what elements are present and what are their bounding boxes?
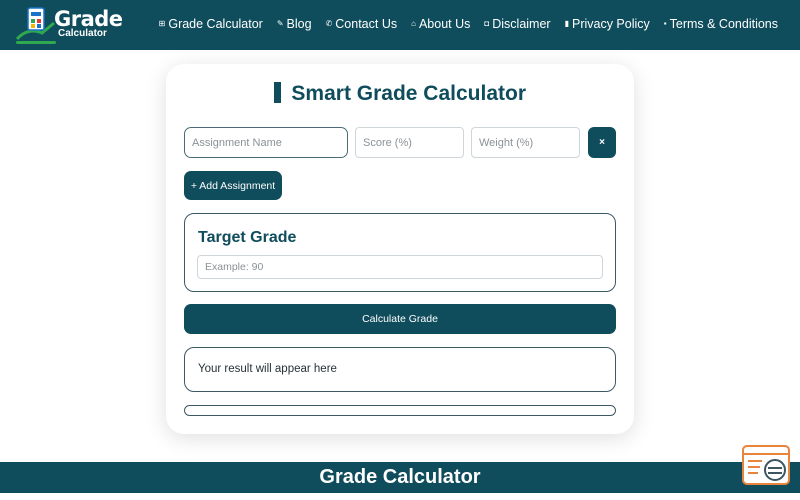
weight-input[interactable] <box>471 127 580 158</box>
target-grade-heading: Target Grade <box>198 229 297 246</box>
nav-label: Blog <box>286 17 312 31</box>
nav-label: Grade Calculator <box>168 17 263 31</box>
calculator-icon: ⊞ <box>158 19 166 28</box>
nav-item-terms-conditions[interactable]: ▪ Terms & Conditions <box>664 17 778 31</box>
nav-label: About Us <box>418 17 471 31</box>
chat-widget-icon[interactable] <box>742 445 790 485</box>
page-title: Smart Grade Calculator <box>291 82 527 105</box>
nav-item-grade-calculator[interactable]: ⊞ Grade Calculator <box>159 17 263 31</box>
logo-subword: Calculator <box>58 28 107 39</box>
add-assignment-button[interactable]: + Add Assignment <box>184 171 282 200</box>
nav-item-disclaimer[interactable]: ◘ Disclaimer <box>484 17 550 31</box>
site-logo[interactable]: Grade Calculator <box>14 5 124 47</box>
result-text: Your result will appear here <box>198 363 337 375</box>
score-input[interactable] <box>355 127 464 158</box>
calculate-grade-button[interactable]: Calculate Grade <box>184 304 616 334</box>
target-grade-input[interactable] <box>197 255 603 279</box>
assignment-name-input[interactable] <box>184 127 348 158</box>
calculator-heading: Smart Grade Calculator <box>0 82 800 106</box>
remove-assignment-button[interactable]: × <box>588 127 616 158</box>
nav-label: Terms & Conditions <box>669 17 778 31</box>
privacy-icon: ▮ <box>564 19 569 28</box>
nav-label: Disclaimer <box>492 17 551 31</box>
disclaimer-icon: ◘ <box>484 19 490 28</box>
grade-progress-bar <box>184 405 616 416</box>
terms-icon: ▪ <box>663 19 667 28</box>
logo-wordmark: Grade <box>54 7 123 31</box>
about-icon: ⌂ <box>411 19 416 28</box>
nav-item-about-us[interactable]: ⌂ About Us <box>411 17 470 31</box>
calculator-icon <box>273 82 281 103</box>
phone-icon: ✆ <box>325 19 333 28</box>
nav-item-contact-us[interactable]: ✆ Contact Us <box>326 17 398 31</box>
top-navbar: Grade Calculator ⊞ Grade Calculator ✎ Bl… <box>0 0 800 50</box>
footer-title: Grade Calculator <box>319 466 481 488</box>
nav-menu: ⊞ Grade Calculator ✎ Blog ✆ Contact Us ⌂… <box>145 0 778 48</box>
result-panel: Your result will appear here <box>184 347 616 392</box>
blog-icon: ✎ <box>276 19 284 28</box>
nav-item-privacy-policy[interactable]: ▮ Privacy Policy <box>565 17 650 31</box>
nav-item-blog[interactable]: ✎ Blog <box>277 17 312 31</box>
target-grade-panel: Target Grade <box>184 213 616 292</box>
logo-icon <box>15 7 56 44</box>
nav-label: Contact Us <box>335 17 398 31</box>
nav-label: Privacy Policy <box>571 17 650 31</box>
footer-banner: Grade Calculator <box>0 462 800 493</box>
